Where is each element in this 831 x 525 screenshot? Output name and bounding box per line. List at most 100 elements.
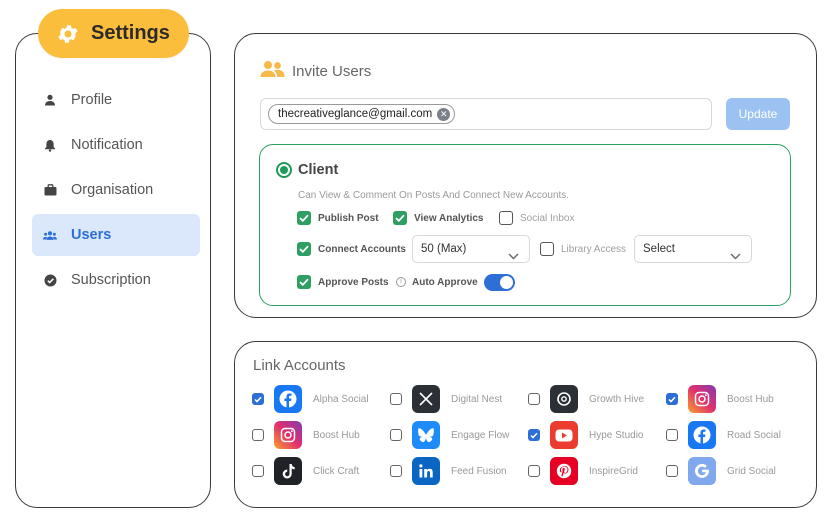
- account-checkbox[interactable]: [666, 393, 678, 405]
- sidebar-item-label: Notification: [71, 137, 143, 153]
- account-checkbox[interactable]: [666, 465, 678, 477]
- chevron-down-icon: [508, 244, 519, 270]
- sidebar-item-organisation[interactable]: Organisation: [32, 169, 200, 211]
- account-name: Boost Hub: [727, 393, 774, 405]
- publish-post-label: Publish Post: [318, 213, 379, 224]
- facebook-icon: [274, 385, 302, 413]
- bluesky-icon: [412, 421, 440, 449]
- account-checkbox[interactable]: [528, 429, 540, 441]
- close-icon[interactable]: ✕: [437, 108, 451, 121]
- settings-sidebar: Profile Notification Organisation Users …: [15, 33, 211, 508]
- client-role-card: Client Can View & Comment On Posts And C…: [259, 144, 791, 306]
- account-item[interactable]: Grid Social: [666, 457, 776, 485]
- invite-users-panel: Invite Users thecreativeglance@gmail.com…: [234, 33, 817, 318]
- client-role-title: Client: [298, 162, 339, 178]
- briefcase-icon: [43, 183, 57, 197]
- view-analytics-checkbox[interactable]: [393, 211, 407, 225]
- facebook-icon: [688, 421, 716, 449]
- sidebar-item-label: Organisation: [71, 182, 154, 198]
- link-accounts-title: Link Accounts: [253, 357, 346, 374]
- account-name: Digital Nest: [451, 393, 503, 405]
- threads-icon: [550, 385, 578, 413]
- sidebar-item-label: Profile: [71, 92, 113, 108]
- invite-users-header: Invite Users: [260, 60, 371, 83]
- settings-header-badge: Settings: [38, 9, 189, 58]
- sidebar-item-label: Users: [71, 227, 112, 243]
- check-circle-icon: [43, 273, 57, 287]
- client-role-description: Can View & Comment On Posts And Connect …: [298, 190, 570, 201]
- sidebar-item-profile[interactable]: Profile: [32, 79, 200, 121]
- sidebar-item-label: Subscription: [71, 272, 151, 288]
- instagram-icon: [688, 385, 716, 413]
- link-accounts-panel: Link Accounts Alpha Social Digital Nest …: [234, 341, 817, 508]
- account-item[interactable]: Boost Hub: [666, 385, 774, 413]
- account-name: Click Craft: [313, 465, 360, 477]
- account-item[interactable]: Road Social: [666, 421, 781, 449]
- account-item[interactable]: Hype Studio: [528, 421, 643, 449]
- account-item[interactable]: Click Craft: [252, 457, 359, 485]
- account-checkbox[interactable]: [528, 465, 540, 477]
- library-access-checkbox[interactable]: [540, 242, 554, 256]
- account-item[interactable]: Growth Hive: [528, 385, 644, 413]
- email-chip-label: thecreativeglance@gmail.com: [278, 108, 433, 120]
- account-item[interactable]: Feed Fusion: [390, 457, 507, 485]
- client-radio[interactable]: [276, 162, 292, 178]
- view-analytics-label: View Analytics: [414, 213, 484, 224]
- x-icon: [412, 385, 440, 413]
- connect-accounts-value: 50 (Max): [421, 243, 467, 255]
- connect-accounts-label: Connect Accounts: [318, 244, 406, 255]
- youtube-icon: [550, 421, 578, 449]
- account-name: Road Social: [727, 429, 781, 441]
- account-name: InspireGrid: [589, 465, 638, 477]
- social-inbox-checkbox[interactable]: [499, 211, 513, 225]
- google-icon: [688, 457, 716, 485]
- account-checkbox[interactable]: [252, 429, 264, 441]
- publish-post-checkbox[interactable]: [297, 211, 311, 225]
- person-icon: [43, 93, 57, 107]
- sidebar-item-notification[interactable]: Notification: [32, 124, 200, 166]
- account-name: Boost Hub: [313, 429, 360, 441]
- auto-approve-toggle[interactable]: [484, 274, 515, 291]
- users-icon: [260, 60, 285, 83]
- social-inbox-label: Social Inbox: [520, 213, 575, 224]
- account-name: Feed Fusion: [451, 465, 507, 477]
- sidebar-item-users[interactable]: Users: [32, 214, 200, 256]
- library-access-label: Library Access: [561, 244, 627, 255]
- gear-icon: [55, 21, 81, 47]
- account-checkbox[interactable]: [528, 393, 540, 405]
- account-name: Hype Studio: [589, 429, 644, 441]
- pinterest-icon: [550, 457, 578, 485]
- library-access-value: Select: [643, 243, 675, 255]
- sidebar-nav: Profile Notification Organisation Users …: [32, 79, 200, 304]
- account-name: Alpha Social: [313, 393, 369, 405]
- update-button[interactable]: Update: [726, 98, 790, 130]
- account-name: Growth Hive: [589, 393, 645, 405]
- account-item[interactable]: Boost Hub: [252, 421, 360, 449]
- account-name: Grid Social: [727, 465, 776, 477]
- account-checkbox[interactable]: [390, 465, 402, 477]
- connect-accounts-checkbox[interactable]: [297, 242, 311, 256]
- account-item[interactable]: InspireGrid: [528, 457, 638, 485]
- connect-accounts-select[interactable]: 50 (Max): [412, 235, 530, 263]
- approve-posts-label: Approve Posts: [318, 277, 389, 288]
- account-checkbox[interactable]: [252, 393, 264, 405]
- account-item[interactable]: Engage Flow: [390, 421, 509, 449]
- library-access-select[interactable]: Select: [634, 235, 752, 263]
- linkedin-icon: [412, 457, 440, 485]
- chevron-down-icon: [730, 244, 741, 270]
- auto-approve-label: Auto Approve: [412, 277, 478, 288]
- approve-posts-checkbox[interactable]: [297, 275, 311, 289]
- settings-title: Settings: [91, 22, 170, 44]
- sidebar-item-subscription[interactable]: Subscription: [32, 259, 200, 301]
- users-icon: [43, 228, 57, 242]
- account-item[interactable]: Alpha Social: [252, 385, 369, 413]
- account-item[interactable]: Digital Nest: [390, 385, 502, 413]
- account-checkbox[interactable]: [390, 393, 402, 405]
- account-checkbox[interactable]: [252, 465, 264, 477]
- account-checkbox[interactable]: [666, 429, 678, 441]
- invite-users-title: Invite Users: [292, 63, 372, 80]
- email-input[interactable]: thecreativeglance@gmail.com ✕: [260, 98, 712, 130]
- info-icon: i: [396, 277, 406, 287]
- account-checkbox[interactable]: [390, 429, 402, 441]
- bell-icon: [43, 138, 57, 152]
